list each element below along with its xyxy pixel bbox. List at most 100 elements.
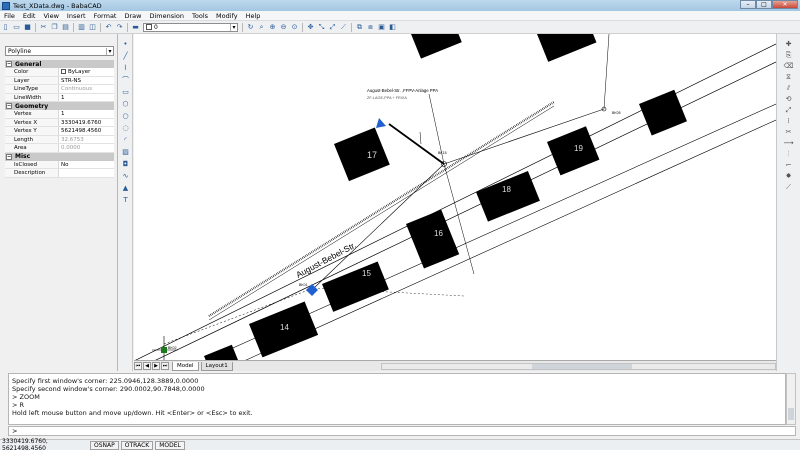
group-misc[interactable]: − Misc (5, 152, 114, 161)
command-scrollbar[interactable] (786, 373, 796, 425)
tab-model[interactable]: Model (172, 361, 199, 371)
array-icon[interactable]: ⁞ (784, 116, 794, 126)
menu-format[interactable]: Format (90, 12, 121, 20)
copy-object-icon[interactable]: ⎘ (784, 50, 794, 60)
extend-icon[interactable]: ⟶ (784, 138, 794, 148)
next-tab-icon[interactable]: ▶ (152, 362, 160, 370)
attribute-icon[interactable]: ▣ (377, 23, 386, 32)
property-row-length[interactable]: Length 32.6753 (5, 135, 114, 144)
property-value[interactable]: 5621498.4560 (59, 127, 114, 135)
scrollbar-thumb[interactable] (532, 363, 632, 369)
layer-manager-icon[interactable]: ▬ (131, 23, 140, 32)
osnap-toggle[interactable]: OSNAP (90, 440, 119, 450)
last-tab-icon[interactable]: ⏭ (161, 362, 169, 370)
otrack-toggle[interactable]: OTRACK (120, 440, 154, 450)
move-icon[interactable]: ✚ (784, 39, 794, 49)
menu-dimension[interactable]: Dimension (145, 12, 188, 20)
property-value[interactable]: ByLayer (59, 68, 114, 76)
property-value[interactable]: 3330419.6760 (59, 118, 114, 126)
circle-icon[interactable]: ○ (121, 111, 131, 121)
print-preview-icon[interactable]: ◫ (88, 23, 97, 32)
zoom-out-icon[interactable]: ⊖ (279, 23, 288, 32)
zoom-extents-icon[interactable]: ⊙ (290, 23, 299, 32)
mirror-icon[interactable]: ⧖ (784, 72, 794, 82)
cut-icon[interactable]: ✂ (39, 23, 48, 32)
undo-icon[interactable]: ↶ (104, 23, 113, 32)
rotate-icon[interactable]: ⟲ (784, 94, 794, 104)
polyline-icon[interactable]: ⌇ (121, 63, 131, 73)
area-icon[interactable]: ⟋ (339, 23, 348, 32)
property-value[interactable]: No (59, 160, 114, 168)
property-value[interactable]: 1 (59, 110, 114, 118)
menu-modify[interactable]: Modify (212, 12, 242, 20)
layer-select[interactable]: 0 ▾ (143, 22, 238, 32)
arc-tool-icon[interactable]: ⌒ (121, 75, 131, 85)
property-row-vertex-x[interactable]: Vertex X 3330419.6760 (5, 118, 114, 127)
property-row-description[interactable]: Description (5, 169, 114, 178)
collapse-icon[interactable]: − (6, 61, 12, 67)
break-icon[interactable]: ⫶ (784, 149, 794, 159)
property-row-area[interactable]: Area 0.0000 (5, 144, 114, 153)
zoom-window-icon[interactable]: ⌕ (257, 23, 266, 32)
menu-tools[interactable]: Tools (188, 12, 212, 20)
property-value[interactable]: Continuous (59, 85, 114, 93)
distance-icon[interactable]: ⤡ (317, 23, 326, 32)
property-row-color[interactable]: Color ByLayer (5, 68, 114, 77)
spline-icon[interactable]: ∿ (121, 171, 131, 181)
polygon-icon[interactable]: ⬡ (121, 99, 131, 109)
ellipse-icon[interactable]: ◌ (121, 123, 131, 133)
property-row-vertex[interactable]: Vertex 1 (5, 110, 114, 119)
hatch-icon[interactable]: ▨ (121, 147, 131, 157)
rectangle-icon[interactable]: ▭ (121, 87, 131, 97)
property-row-linetype[interactable]: LineType Continuous (5, 85, 114, 94)
stretch-icon[interactable]: ⟋ (784, 182, 794, 192)
property-value[interactable]: STR-NS (59, 76, 114, 84)
zoom-realtime-icon[interactable]: ↻ (246, 23, 255, 32)
region-icon[interactable]: ◘ (121, 159, 131, 169)
maximize-button[interactable]: □ (756, 0, 772, 9)
collapse-icon[interactable]: − (6, 103, 12, 109)
horizontal-scrollbar[interactable] (381, 362, 776, 370)
text-icon[interactable]: T (121, 195, 131, 205)
explode-icon[interactable]: ✸ (784, 171, 794, 181)
fillet-icon[interactable]: ⌐ (784, 160, 794, 170)
property-row-linewidth[interactable]: LineWidth 1 (5, 93, 114, 102)
group-general[interactable]: − General (5, 60, 114, 68)
erase-icon[interactable]: ⌫ (784, 61, 794, 71)
redo-icon[interactable]: ↷ (115, 23, 124, 32)
minimize-button[interactable]: – (740, 0, 756, 9)
property-value[interactable]: 0.0000 (59, 144, 114, 152)
save-icon[interactable]: ■ (23, 23, 32, 32)
property-row-vertex-y[interactable]: Vertex Y 5621498.4560 (5, 127, 114, 136)
arc-icon[interactable]: ◜ (121, 135, 131, 145)
menu-edit[interactable]: Edit (19, 12, 40, 20)
menu-draw[interactable]: Draw (120, 12, 145, 20)
zoom-in-icon[interactable]: ⊕ (268, 23, 277, 32)
open-folder-icon[interactable]: ▭ (12, 23, 21, 32)
node-marker-icon[interactable] (376, 118, 386, 128)
property-value[interactable]: 32.6753 (59, 135, 114, 143)
image-icon[interactable]: ▲ (121, 183, 131, 193)
menu-help[interactable]: Help (242, 12, 265, 20)
trim-icon[interactable]: ✂ (784, 127, 794, 137)
paste-icon[interactable]: ▤ (61, 23, 70, 32)
point-icon[interactable]: • (121, 39, 131, 49)
command-input[interactable]: > (8, 426, 796, 436)
collapse-icon[interactable]: − (6, 153, 12, 160)
scrollbar-thumb[interactable] (788, 408, 794, 420)
offset-icon[interactable]: ⫽ (784, 83, 794, 93)
selected-polyline[interactable] (388, 123, 445, 165)
property-row-layer[interactable]: Layer STR-NS (5, 76, 114, 85)
property-value[interactable]: 1 (59, 93, 114, 101)
copy-icon[interactable]: ❐ (50, 23, 59, 32)
scale-icon[interactable]: ⤢ (784, 105, 794, 115)
menu-file[interactable]: File (0, 12, 19, 20)
menu-insert[interactable]: Insert (63, 12, 90, 20)
group-geometry[interactable]: − Geometry (5, 102, 114, 110)
first-tab-icon[interactable]: ⏮ (134, 362, 142, 370)
menu-view[interactable]: View (39, 12, 62, 20)
pan-icon[interactable]: ✥ (306, 23, 315, 32)
property-value[interactable] (59, 169, 114, 177)
block-icon[interactable]: ⧉ (355, 23, 364, 32)
model-toggle[interactable]: MODEL (155, 440, 185, 450)
